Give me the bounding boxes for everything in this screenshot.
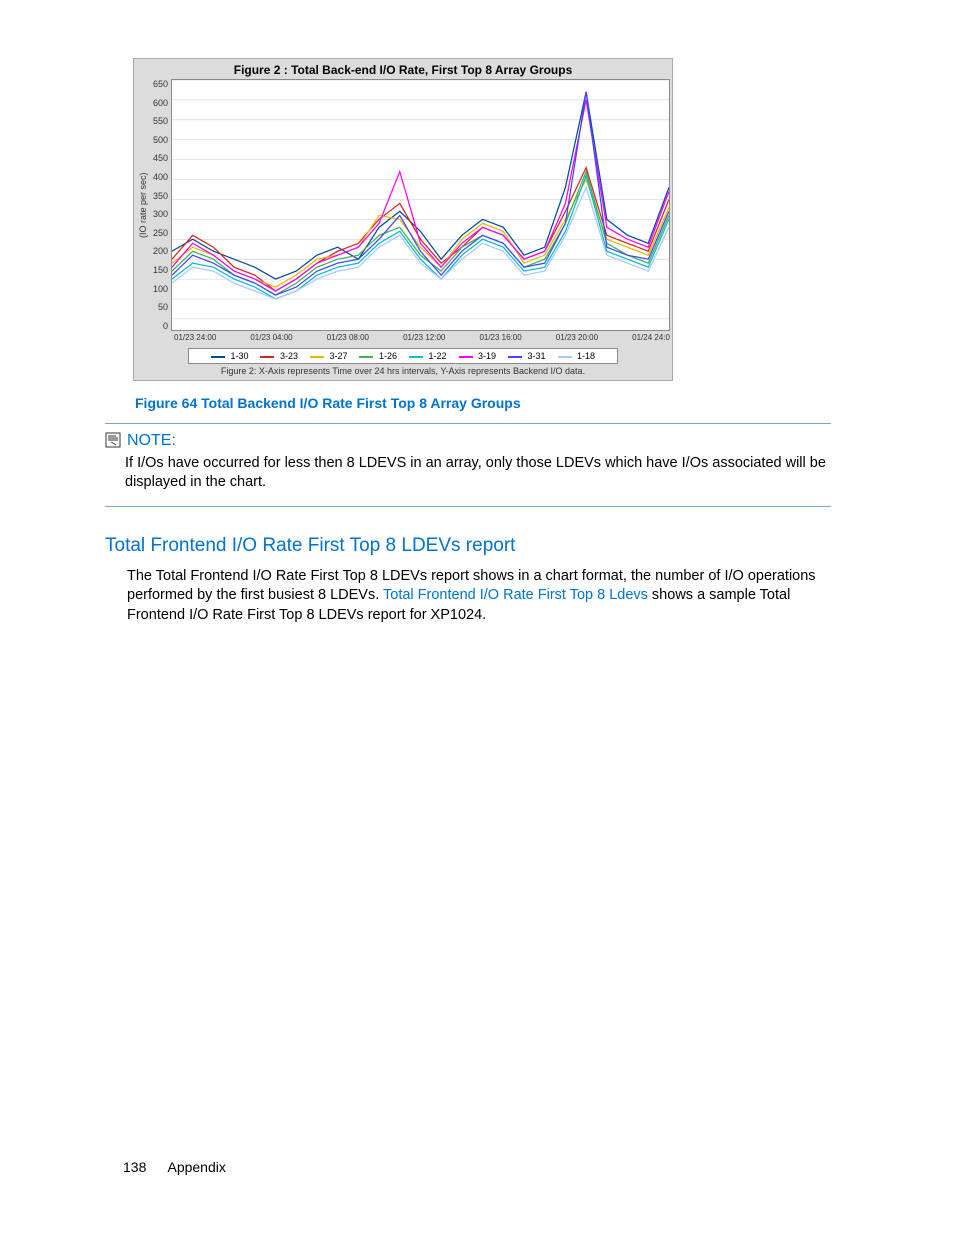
chart-x-ticks: 01/23 24:0001/23 04:0001/23 08:0001/23 1…	[136, 331, 670, 344]
footer-section: Appendix	[167, 1159, 225, 1175]
crossref-link[interactable]: Total Frontend I/O Rate First Top 8 Ldev…	[383, 587, 648, 603]
chart-plot-area	[171, 79, 670, 331]
note-label: NOTE:	[127, 432, 176, 450]
body-paragraph: The Total Frontend I/O Rate First Top 8 …	[127, 567, 831, 626]
chart-footnote: Figure 2: X-Axis represents Time over 24…	[136, 364, 670, 376]
page-footer: 138 Appendix	[123, 1159, 226, 1175]
chart-legend: 1-30 3-23 3-27 1-26 1-22 3-19 3-31 1-18	[188, 348, 618, 364]
chart-figure: Figure 2 : Total Back-end I/O Rate, Firs…	[133, 58, 673, 381]
chart-y-ticks: 650600550500450400350300250200150100500	[150, 79, 171, 331]
page-number: 138	[123, 1159, 146, 1175]
chart-title: Figure 2 : Total Back-end I/O Rate, Firs…	[136, 61, 670, 79]
note-text: If I/Os have occurred for less then 8 LD…	[125, 454, 831, 492]
section-heading: Total Frontend I/O Rate First Top 8 LDEV…	[105, 535, 831, 557]
figure-caption: Figure 64 Total Backend I/O Rate First T…	[135, 395, 831, 411]
note-icon	[105, 432, 121, 450]
chart-ylabel: (IO rate per sec)	[136, 79, 150, 331]
note-block: NOTE: If I/Os have occurred for less the…	[105, 423, 831, 507]
